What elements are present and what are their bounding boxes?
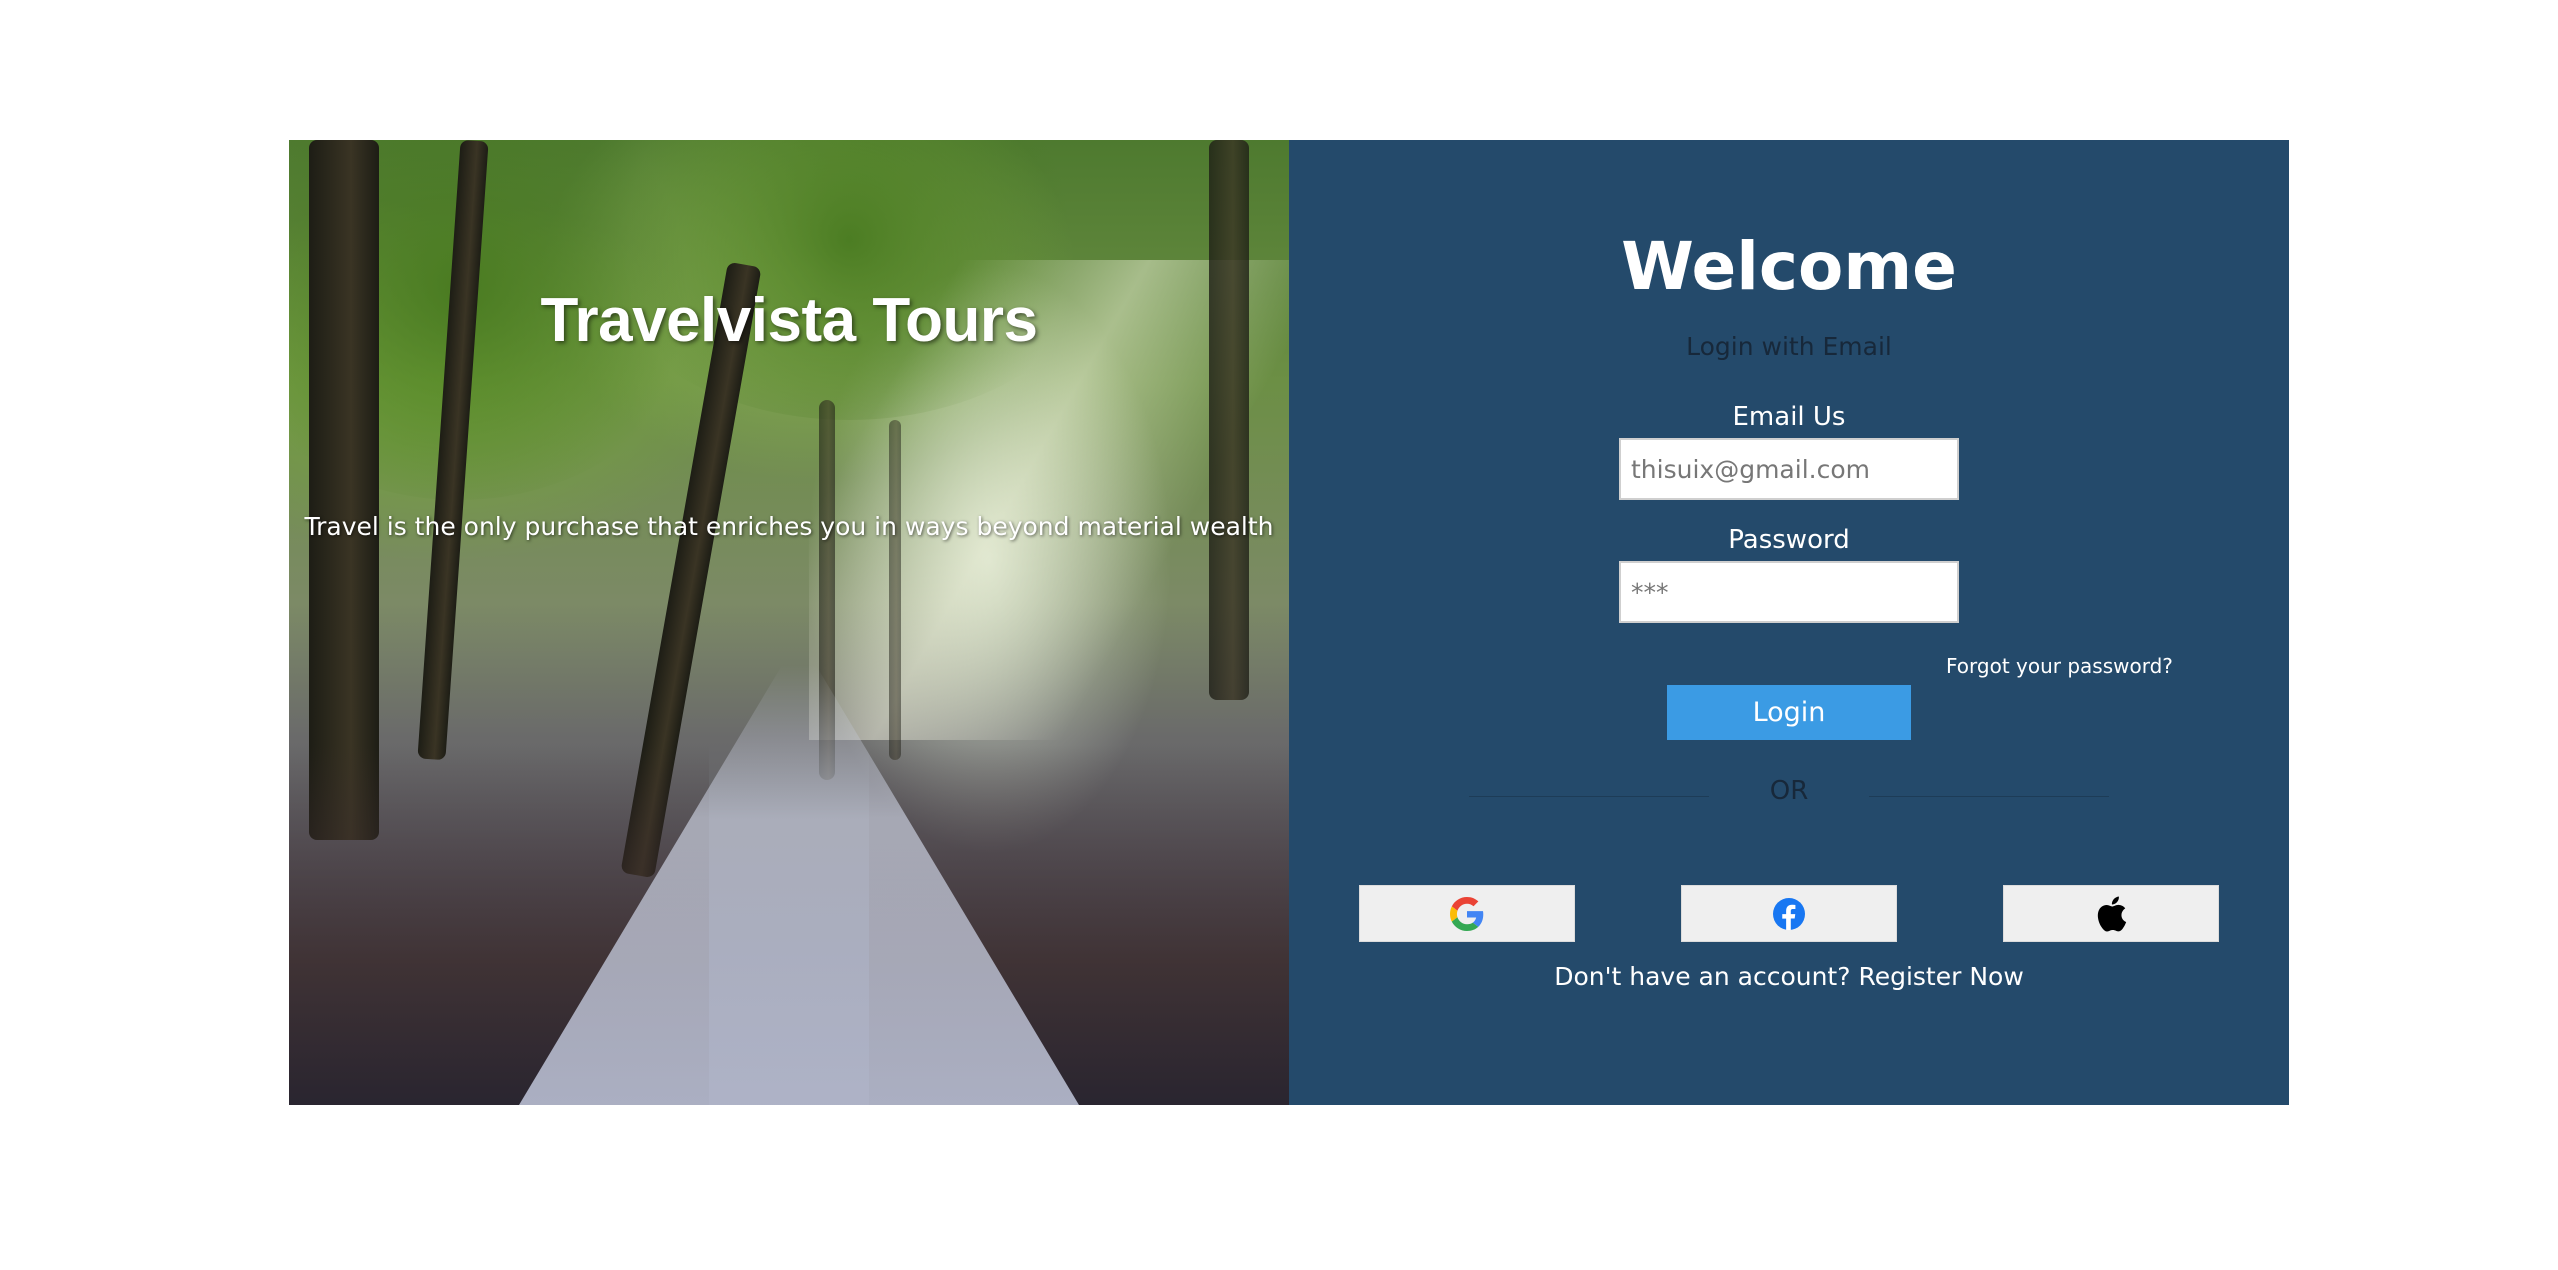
tree-trunk — [1209, 140, 1249, 700]
register-now-link[interactable]: Register Now — [1858, 962, 2023, 991]
google-icon — [1450, 896, 1484, 931]
login-subtitle: Login with Email — [1686, 332, 1892, 361]
password-label: Password — [1728, 525, 1850, 555]
tree-trunk — [889, 420, 901, 760]
forgot-password-link[interactable]: Forgot your password? — [1946, 654, 2173, 678]
register-prompt: Don't have an account? — [1554, 962, 1851, 991]
login-panel: Welcome Login with Email Email Us Passwo… — [1289, 140, 2289, 1105]
password-input[interactable] — [1619, 561, 1959, 623]
email-label: Email Us — [1732, 402, 1846, 432]
divider-line — [1869, 796, 2109, 797]
login-card: Travelvista Tours Travel is the only pur… — [289, 140, 2289, 1105]
hero-image-panel: Travelvista Tours Travel is the only pur… — [289, 140, 1289, 1105]
login-button[interactable]: Login — [1667, 685, 1911, 740]
hero-tagline: Travel is the only purchase that enriche… — [304, 512, 1274, 541]
or-text: OR — [1769, 776, 1809, 806]
apple-icon — [2097, 895, 2127, 932]
tree-trunk — [309, 140, 379, 840]
apple-login-button[interactable] — [2003, 885, 2219, 942]
welcome-heading: Welcome — [1621, 228, 1957, 305]
facebook-icon — [1773, 897, 1805, 930]
facebook-login-button[interactable] — [1681, 885, 1897, 942]
register-row: Don't have an account? Register Now — [1289, 962, 2289, 991]
email-input[interactable] — [1619, 438, 1959, 500]
or-divider: OR — [1469, 776, 2109, 816]
hero-title: Travelvista Tours — [540, 286, 1038, 355]
google-login-button[interactable] — [1359, 885, 1575, 942]
